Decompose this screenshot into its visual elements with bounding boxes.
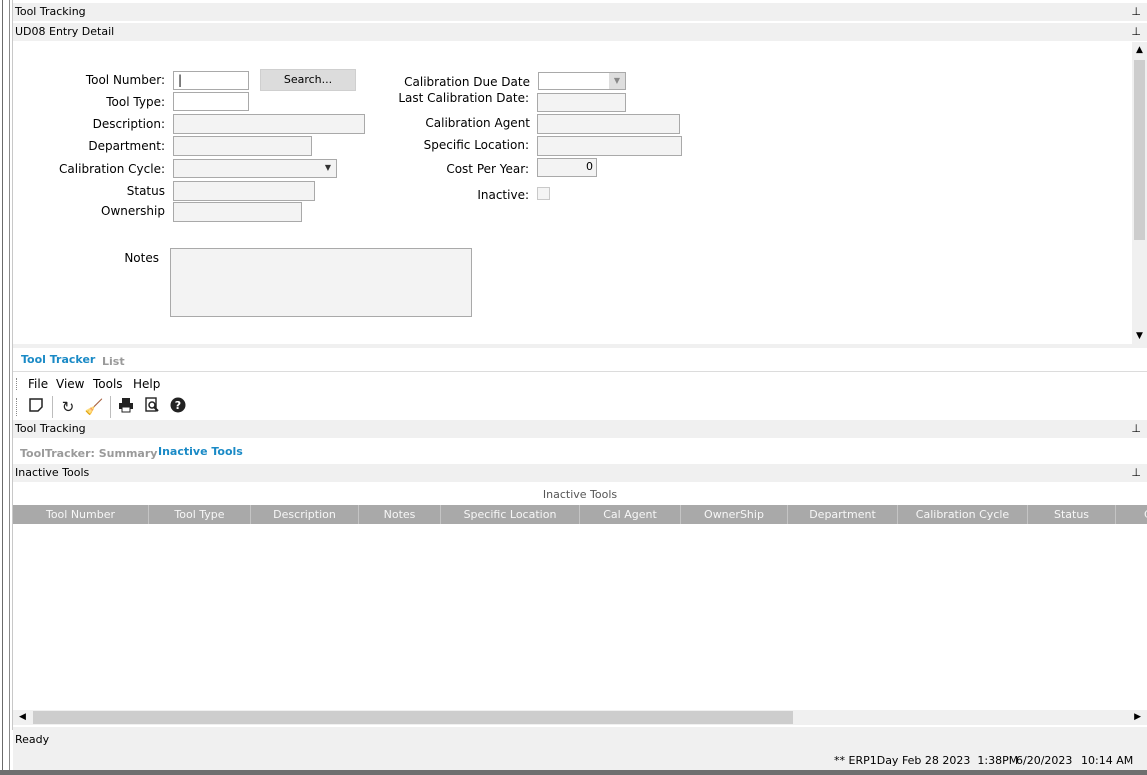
- toolbar-grip: [16, 398, 19, 416]
- last-calibration-date-label: Last Calibration Date:: [398, 91, 529, 105]
- status-bar: Ready ** ERP1Day Feb 28 2023 1:38PM 6/20…: [13, 727, 1147, 770]
- tab-tool-tracker[interactable]: Tool Tracker: [21, 353, 95, 366]
- toolbar-separator: [52, 396, 53, 418]
- status-input[interactable]: [173, 181, 315, 201]
- window-bottom-border: [0, 770, 1147, 775]
- window-edge: [2, 0, 3, 775]
- specific-location-input[interactable]: [537, 136, 682, 156]
- tab-tooltracker-summary[interactable]: ToolTracker: Summary: [20, 447, 157, 460]
- calibration-due-date-picker[interactable]: ▼: [538, 72, 626, 90]
- toolbar-separator: [110, 396, 111, 418]
- grid-horizontal-scrollbar[interactable]: ◀ ▶: [13, 710, 1147, 725]
- ownership-label: Ownership: [101, 204, 165, 218]
- pin-icon[interactable]: ⊥: [1131, 420, 1141, 438]
- menu-tools[interactable]: Tools: [93, 377, 123, 391]
- description-input[interactable]: [173, 114, 365, 134]
- cost-per-year-input[interactable]: 0: [537, 158, 597, 177]
- status-ready: Ready: [15, 733, 50, 746]
- chevron-down-icon[interactable]: ▼: [609, 73, 625, 89]
- tool-tracking-panel-header: Tool Tracking ⊥: [13, 3, 1147, 21]
- search-button[interactable]: Search...: [260, 69, 356, 91]
- tab-inactive-tools[interactable]: Inactive Tools: [158, 445, 243, 458]
- splitter[interactable]: [13, 344, 1147, 348]
- pin-icon[interactable]: ⊥: [1131, 23, 1141, 41]
- grid-caption: Inactive Tools: [542, 488, 618, 501]
- window-edge: [9, 0, 10, 775]
- column-header[interactable]: Tool Number: [13, 505, 149, 524]
- sub-tab-strip: ToolTracker: Summary Inactive Tools: [13, 441, 1147, 463]
- scroll-up-icon[interactable]: ▲: [1132, 42, 1147, 58]
- menu-file[interactable]: File: [28, 377, 48, 391]
- inactive-label: Inactive:: [477, 188, 529, 202]
- specific-location-label: Specific Location:: [423, 138, 529, 152]
- print-icon[interactable]: [116, 397, 136, 417]
- tool-type-label: Tool Type:: [106, 95, 165, 109]
- status-time: 10:14 AM: [1081, 754, 1134, 767]
- calibration-agent-input[interactable]: [537, 114, 680, 134]
- clear-icon[interactable]: 🧹: [84, 397, 104, 417]
- pin-icon[interactable]: ⊥: [1131, 3, 1141, 21]
- refresh-icon[interactable]: ↻: [58, 397, 78, 417]
- column-header[interactable]: Specific Location: [441, 505, 580, 524]
- pin-icon[interactable]: ⊥: [1131, 464, 1141, 482]
- status-date: 6/20/2023: [1016, 754, 1073, 767]
- column-header[interactable]: Cal Agent: [580, 505, 681, 524]
- scroll-right-icon[interactable]: ▶: [1134, 710, 1141, 725]
- column-header[interactable]: Notes: [359, 505, 441, 524]
- notes-textarea[interactable]: [170, 248, 472, 317]
- grid-header: Tool Number Tool Type Description Notes …: [13, 505, 1147, 524]
- calibration-due-date-label: Calibration Due Date: [404, 75, 530, 89]
- form-vertical-scrollbar[interactable]: ▲ ▼: [1132, 42, 1147, 344]
- cost-per-year-label: Cost Per Year:: [446, 162, 529, 176]
- inactive-checkbox[interactable]: [537, 187, 550, 200]
- panel-title: Inactive Tools: [15, 466, 90, 479]
- print-preview-icon[interactable]: [142, 397, 162, 417]
- entry-detail-panel-header: UD08 Entry Detail ⊥: [13, 23, 1147, 41]
- column-header[interactable]: Description: [251, 505, 359, 524]
- department-input[interactable]: [173, 136, 312, 156]
- menu-grip: [16, 378, 19, 390]
- panel-title: Tool Tracking: [15, 422, 86, 435]
- menu-help[interactable]: Help: [133, 377, 160, 391]
- menu-view[interactable]: View: [56, 377, 84, 391]
- column-header[interactable]: Tool Type: [149, 505, 251, 524]
- tab-list[interactable]: List: [102, 355, 125, 368]
- tool-number-label: Tool Number:: [85, 73, 165, 87]
- main-tab-strip: Tool Tracker List: [13, 349, 1147, 372]
- grid-body[interactable]: [13, 524, 1147, 710]
- help-icon[interactable]: ?: [168, 397, 188, 417]
- tool-type-input[interactable]: [173, 92, 249, 111]
- column-header[interactable]: Status: [1028, 505, 1116, 524]
- description-label: Description:: [92, 117, 165, 131]
- panel-title: UD08 Entry Detail: [15, 25, 115, 38]
- calibration-cycle-dropdown[interactable]: ▼: [173, 159, 337, 178]
- calibration-agent-label: Calibration Agent: [425, 116, 530, 130]
- scroll-left-icon[interactable]: ◀: [19, 710, 26, 725]
- panel-title: Tool Tracking: [15, 5, 86, 18]
- column-header[interactable]: Department: [788, 505, 898, 524]
- svg-text:?: ?: [175, 399, 181, 412]
- tool-tracking-panel-header: Tool Tracking ⊥: [13, 420, 1147, 438]
- scroll-thumb[interactable]: [33, 711, 793, 724]
- column-header[interactable]: C: [1116, 505, 1147, 524]
- cost-per-year-value: 0: [586, 160, 593, 173]
- last-calibration-date-input[interactable]: [537, 93, 626, 112]
- calibration-cycle-label: Calibration Cycle:: [59, 162, 165, 176]
- inactive-tools-panel-header: Inactive Tools ⊥: [13, 464, 1147, 482]
- new-icon[interactable]: [26, 397, 46, 417]
- scroll-down-icon[interactable]: ▼: [1132, 328, 1147, 344]
- department-label: Department:: [88, 139, 165, 153]
- ownership-input[interactable]: [173, 202, 302, 222]
- status-label: Status: [126, 184, 165, 198]
- tool-number-input[interactable]: |: [173, 71, 249, 90]
- scroll-thumb[interactable]: [1134, 60, 1145, 240]
- column-header[interactable]: OwnerShip: [681, 505, 788, 524]
- text-cursor: |: [178, 73, 183, 87]
- chevron-down-icon[interactable]: ▼: [320, 160, 336, 177]
- notes-label: Notes: [124, 251, 159, 265]
- column-header[interactable]: Calibration Cycle: [898, 505, 1028, 524]
- status-environment: ** ERP1Day Feb 28 2023 1:38PM: [834, 754, 1019, 767]
